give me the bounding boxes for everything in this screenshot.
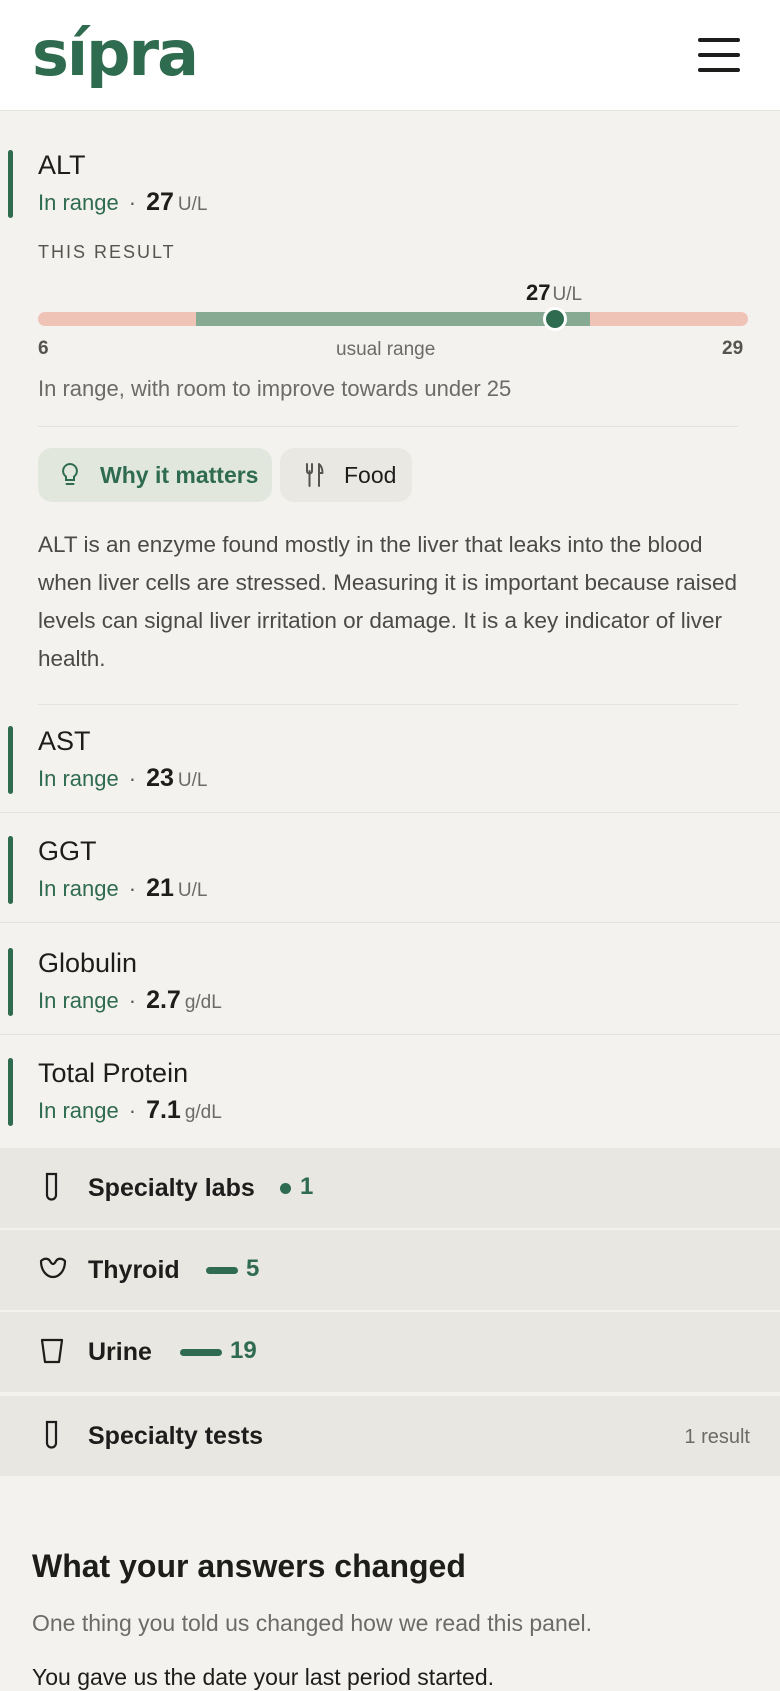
tab-label: Food — [344, 461, 397, 488]
separator-dot: · — [128, 876, 137, 901]
category-thyroid[interactable]: Thyroid 5 — [0, 1230, 780, 1310]
marker-status-bar — [8, 150, 13, 218]
marker-name: Total Protein — [38, 1058, 189, 1088]
marker-value: 2.7 — [146, 986, 181, 1014]
range-track — [38, 312, 748, 326]
tab-label: Why it matters — [100, 461, 259, 488]
marker-unit: U/L — [177, 194, 208, 215]
separator-dot: · — [128, 988, 137, 1013]
marker-value: 21 — [146, 874, 174, 902]
divider — [0, 922, 780, 923]
marker-status-bar — [8, 836, 13, 904]
category-name: Specialty tests — [88, 1422, 264, 1450]
tab-why-it-matters[interactable]: Why it matters — [38, 448, 272, 502]
category-specialty-tests[interactable]: Specialty tests 1 result — [0, 1396, 780, 1476]
category-name: Urine — [88, 1338, 152, 1366]
cup-icon — [38, 1336, 66, 1366]
range-max: 29 — [722, 338, 744, 359]
category-count: 5 — [246, 1255, 260, 1282]
marker-ggt[interactable]: GGT In range · 21 U/L — [0, 836, 780, 906]
marker-status-line: In range · 7.1 g/dL — [38, 1096, 222, 1125]
thyroid-icon — [38, 1255, 67, 1285]
answer-item: You gave us the date your last period st… — [32, 1664, 495, 1690]
marker-unit: g/dL — [184, 992, 222, 1013]
divider — [38, 426, 738, 427]
category-urine[interactable]: Urine 19 — [0, 1312, 780, 1392]
marker-name: ALT — [38, 150, 86, 180]
marker-globulin[interactable]: Globulin In range · 2.7 g/dL — [0, 948, 780, 1018]
marker-unit: U/L — [177, 880, 208, 901]
category-name: Specialty labs — [88, 1174, 255, 1202]
count-dot — [280, 1183, 291, 1194]
marker-status: In range — [38, 190, 119, 215]
marker-status-line: In range · 21 U/L — [38, 874, 207, 903]
separator-dot: · — [128, 190, 137, 215]
marker-status: In range — [38, 876, 119, 901]
marker-name: AST — [38, 726, 91, 756]
range-current-value: 27 U/L — [526, 280, 583, 305]
marker-unit: U/L — [177, 770, 208, 791]
separator-dot: · — [128, 766, 137, 791]
hamburger-menu-icon[interactable] — [698, 38, 742, 74]
section-subtitle: One thing you told us changed how we rea… — [32, 1610, 593, 1636]
marker-value: 27 — [146, 188, 174, 216]
marker-value: 23 — [146, 764, 174, 792]
divider — [0, 1034, 780, 1035]
this-result-label: THIS RESULT — [38, 242, 176, 262]
separator-dot: · — [128, 1098, 137, 1123]
lightbulb-icon — [58, 462, 82, 488]
marker-status-bar — [8, 948, 13, 1016]
range-min: 6 — [38, 338, 49, 359]
range-note: In range, with room to improve towards u… — [38, 376, 512, 401]
tab-food[interactable]: Food — [280, 448, 412, 502]
category-result-count: 1 result — [684, 1426, 750, 1448]
marker-name: Globulin — [38, 948, 138, 978]
marker-status-bar — [8, 726, 13, 794]
marker-alt[interactable]: ALT In range · 27 U/L — [0, 150, 780, 218]
range-marker-knob — [543, 307, 567, 331]
marker-description: ALT is an enzyme found mostly in the liv… — [38, 532, 738, 671]
marker-status: In range — [38, 766, 119, 791]
count-bar — [180, 1349, 222, 1356]
marker-status-line: In range · 27 U/L — [38, 188, 207, 217]
section-title: What your answers changed — [32, 1548, 466, 1584]
marker-name: GGT — [38, 836, 97, 866]
divider — [38, 704, 738, 705]
marker-status: In range — [38, 1098, 119, 1123]
marker-status-line: In range · 2.7 g/dL — [38, 986, 222, 1015]
test-tube-icon — [38, 1420, 66, 1450]
category-count: 1 — [300, 1173, 314, 1200]
test-tube-icon — [38, 1172, 66, 1202]
marker-value: 7.1 — [146, 1096, 181, 1124]
marker-status-line: In range · 23 U/L — [38, 764, 207, 793]
sipra-logo[interactable]: sípra — [32, 18, 199, 90]
marker-total-protein[interactable]: Total Protein In range · 7.1 g/dL — [0, 1058, 780, 1128]
marker-unit: g/dL — [184, 1102, 222, 1123]
marker-status-bar — [8, 1058, 13, 1126]
category-specialty-labs[interactable]: Specialty labs 1 — [0, 1148, 780, 1228]
marker-ast[interactable]: AST In range · 23 U/L — [0, 726, 780, 796]
category-name: Thyroid — [88, 1256, 180, 1284]
usual-range-segment — [196, 312, 590, 326]
fork-knife-icon — [302, 462, 326, 488]
count-bar — [206, 1267, 238, 1274]
category-count: 19 — [230, 1337, 257, 1364]
marker-status: In range — [38, 988, 119, 1013]
divider — [0, 812, 780, 813]
usual-range-label: usual range — [336, 339, 436, 360]
top-header: sípra — [0, 0, 780, 111]
